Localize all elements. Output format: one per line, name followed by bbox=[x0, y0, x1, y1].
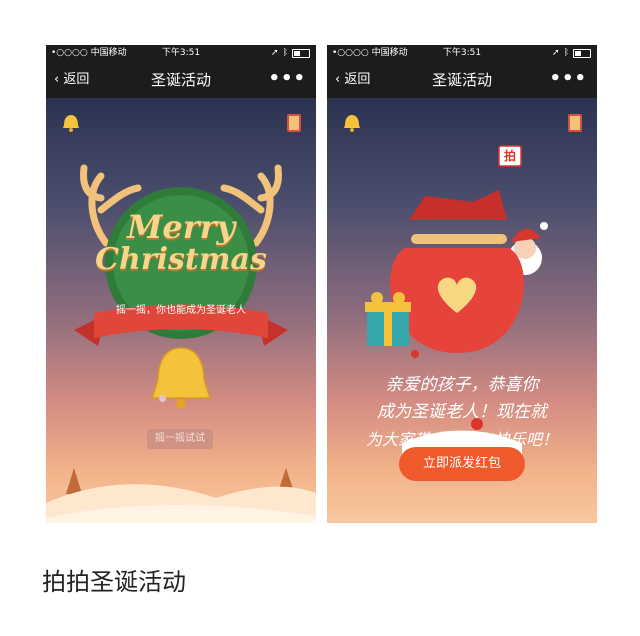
greeting-line-2: 成为圣诞老人！现在就 bbox=[377, 402, 547, 422]
pat-tag: 拍 bbox=[503, 149, 516, 163]
bluetooth-icon: ᛒ bbox=[563, 48, 569, 58]
battery-icon bbox=[292, 49, 310, 58]
location-icon: ➚ bbox=[271, 48, 279, 58]
status-bar: •○○○○ 中国移动 下午3:51 ➚ ᛒ bbox=[327, 45, 597, 62]
battery-icon bbox=[573, 49, 591, 58]
page-indicator-dot bbox=[159, 395, 166, 402]
bluetooth-icon: ᛒ bbox=[282, 48, 288, 58]
nav-bar: ‹ 返回 圣诞活动 ••• bbox=[46, 62, 316, 98]
merry-title: Merry bbox=[126, 208, 236, 246]
christmas-scene: Merry Christmas 摇一摇，你也能成为圣诞老人 摇一摇试试 bbox=[46, 98, 316, 523]
send-red-packet-button[interactable]: 立即派发红包 bbox=[399, 447, 525, 481]
more-button[interactable]: ••• bbox=[549, 62, 587, 96]
christmas-title: Christmas bbox=[95, 242, 267, 277]
phone-screen-left: •○○○○ 中国移动 下午3:51 ➚ ᛒ ‹ 返回 圣诞活动 ••• Merr… bbox=[46, 45, 316, 523]
nav-bar: ‹ 返回 圣诞活动 ••• bbox=[327, 62, 597, 98]
status-icons: ➚ ᛒ bbox=[552, 45, 591, 62]
ribbon-text: 摇一摇，你也能成为圣诞老人 bbox=[116, 305, 246, 316]
caption: 拍拍圣诞活动 bbox=[42, 568, 186, 596]
more-button[interactable]: ••• bbox=[268, 62, 306, 96]
greeting-line-1: 亲爱的孩子，恭喜你 bbox=[385, 375, 539, 395]
status-bar: •○○○○ 中国移动 下午3:51 ➚ ᛒ bbox=[46, 45, 316, 62]
location-icon: ➚ bbox=[552, 48, 560, 58]
christmas-scene: 拍 亲爱的孩子，恭喜你 成为圣诞老人！现在就 为大家带去希望与快乐吧！ 立即派发… bbox=[327, 98, 597, 523]
shake-button[interactable]: 摇一摇试试 bbox=[147, 429, 213, 449]
status-icons: ➚ ᛒ bbox=[271, 45, 310, 62]
phone-screen-right: •○○○○ 中国移动 下午3:51 ➚ ᛒ ‹ 返回 圣诞活动 ••• 拍 亲爱… bbox=[327, 45, 597, 523]
